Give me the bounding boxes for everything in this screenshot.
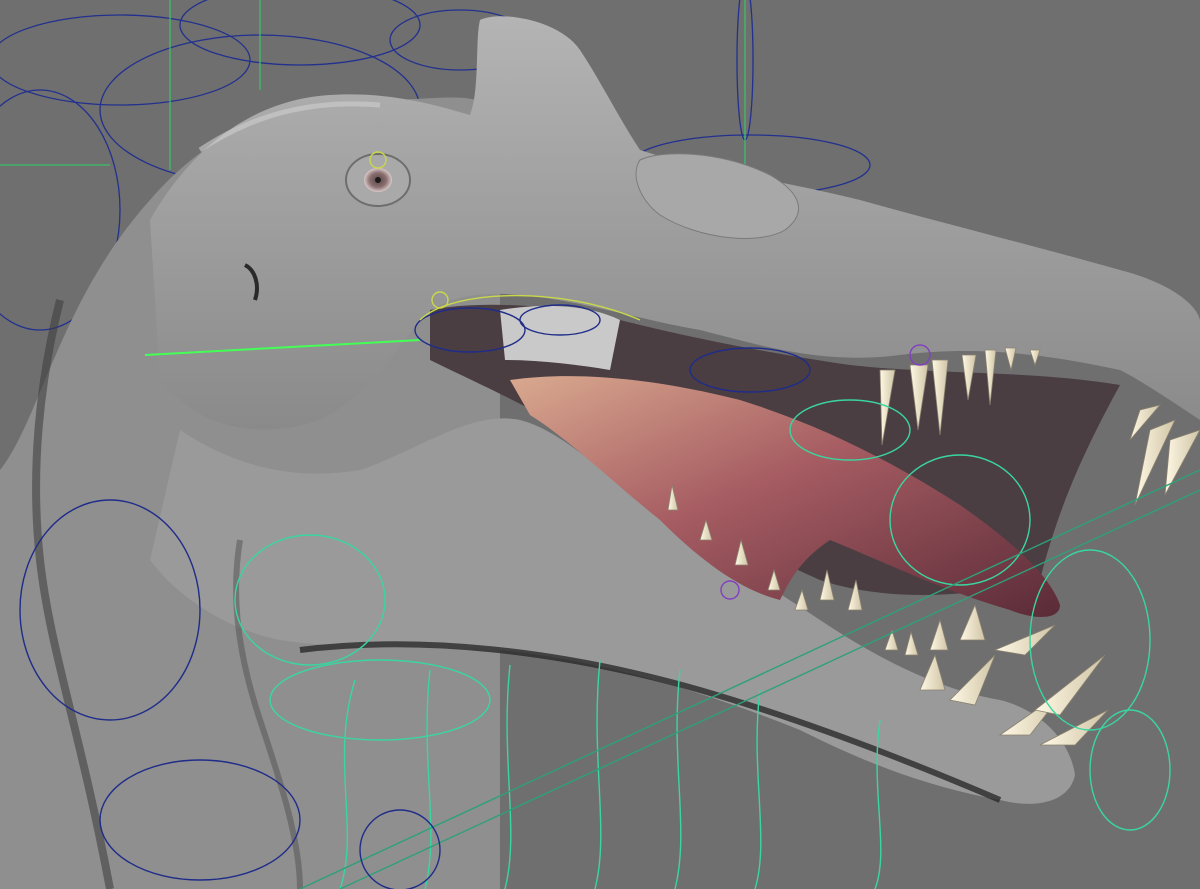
viewport-canvas[interactable] bbox=[0, 0, 1200, 889]
3d-viewport[interactable] bbox=[0, 0, 1200, 889]
throat-spline-4 bbox=[674, 669, 682, 889]
throat-spline-2 bbox=[504, 664, 512, 889]
tip-control-green[interactable] bbox=[1089, 709, 1171, 831]
creature-model[interactable] bbox=[0, 16, 1200, 889]
throat-spline-3 bbox=[594, 659, 602, 889]
throat-spline-5 bbox=[754, 689, 762, 889]
eye[interactable] bbox=[345, 153, 411, 207]
